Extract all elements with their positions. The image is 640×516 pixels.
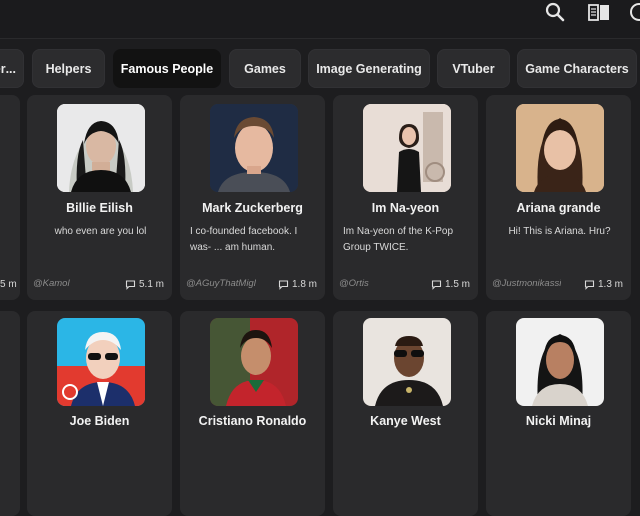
category-chips: ...ter Helpers Famous People Games Image… [0, 49, 640, 89]
card-author[interactable]: @Ortis [339, 278, 369, 289]
card-description: Im Na-yeon of the K-Pop Group TWICE. [343, 226, 454, 253]
book-icon[interactable] [586, 0, 612, 24]
partial-circle-icon[interactable] [628, 0, 640, 24]
chip-games[interactable]: Games [229, 49, 301, 88]
avatar [363, 318, 451, 406]
card-author[interactable]: @Kamol [33, 278, 70, 289]
character-card[interactable]: Billie Eilish who even are you lol @Kamo… [27, 95, 172, 300]
avatar [363, 104, 451, 192]
chat-icon [584, 280, 595, 290]
avatar [516, 104, 604, 192]
character-card[interactable]: Cristiano Ronaldo [180, 311, 325, 516]
card-name: Ariana grande [516, 201, 601, 215]
chat-icon [431, 280, 442, 290]
chip-game-characters[interactable]: Game Characters [517, 49, 637, 88]
card-name: Mark Zuckerberg [202, 201, 303, 215]
card-name: Kanye West [370, 414, 441, 428]
avatar [210, 104, 298, 192]
avatar [210, 318, 298, 406]
character-card[interactable]: Kanye West [333, 311, 478, 516]
avatar [57, 318, 145, 406]
card-description: who even are you lol [54, 226, 147, 237]
card-name: Nicki Minaj [525, 414, 592, 428]
character-card[interactable]: Mark Zuckerberg I co-founded facebook. I… [180, 95, 325, 300]
card-name: Cristiano Ronaldo [198, 414, 307, 428]
avatar [516, 318, 604, 406]
card-count: 1.5 m [444, 279, 470, 290]
character-card-partial[interactable] [0, 311, 20, 516]
card-stat: 1.8 m [278, 279, 317, 290]
search-icon[interactable] [544, 0, 566, 24]
character-card[interactable]: Im Na-yeon Im Na-yeon of the K-Pop Group… [333, 95, 478, 300]
card-stat: 1.5 m [431, 279, 470, 290]
chat-icon [125, 280, 136, 290]
top-bar [0, 0, 640, 39]
card-name: Billie Eilish [66, 201, 133, 215]
card-description: I co-founded facebook. I was- ... am hum… [190, 226, 298, 253]
chip-partial[interactable]: ...ter [0, 49, 24, 88]
card-count: 1.3 m [597, 279, 623, 290]
character-card[interactable]: Nicki Minaj [486, 311, 631, 516]
card-count: 5 m [0, 279, 17, 290]
avatar [57, 104, 145, 192]
card-count: 5.1 m [138, 279, 164, 290]
chat-icon [278, 280, 289, 290]
character-card[interactable]: Joe Biden [27, 311, 172, 516]
card-stat: 5.1 m [125, 279, 164, 290]
card-author[interactable]: @AGuyThatMigl [186, 278, 256, 289]
card-stat: 1.3 m [584, 279, 623, 290]
character-card-partial[interactable]: 5 m [0, 95, 20, 300]
card-name: Im Na-yeon [371, 201, 440, 215]
card-description: Hi! This is Ariana. Hru? [508, 226, 611, 237]
character-card[interactable]: Ariana grande Hi! This is Ariana. Hru? @… [486, 95, 631, 300]
card-count: 1.8 m [291, 279, 317, 290]
chip-famous-people[interactable]: Famous People [113, 49, 221, 88]
chip-helpers[interactable]: Helpers [32, 49, 105, 88]
chip-vtuber[interactable]: VTuber [437, 49, 510, 88]
card-author[interactable]: @Justmonikassi [492, 278, 561, 289]
card-name: Joe Biden [69, 414, 130, 428]
chip-image-generating[interactable]: Image Generating [308, 49, 430, 88]
